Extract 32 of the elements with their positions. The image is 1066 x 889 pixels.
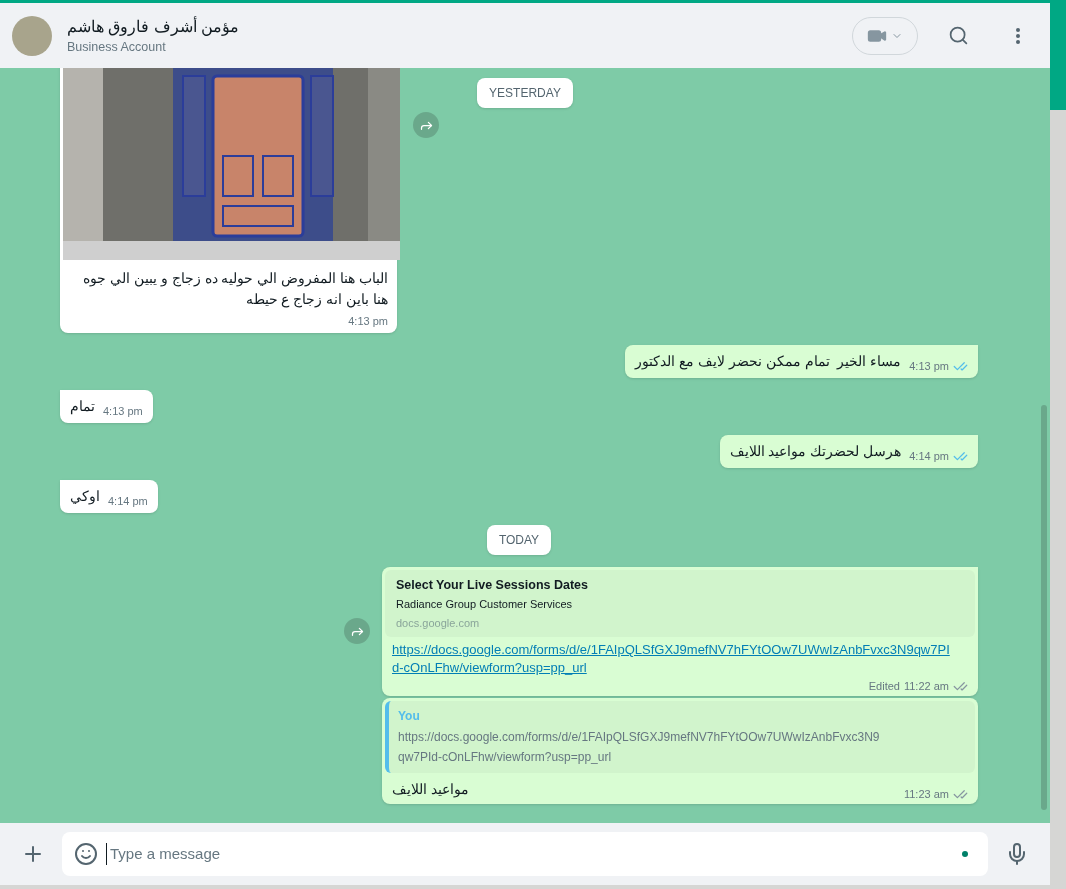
message-time: 4:13 pm [909, 359, 949, 374]
message-input[interactable]: Type a message [106, 842, 954, 866]
message-time: 4:13 pm [348, 314, 388, 329]
forward-button[interactable] [413, 112, 439, 139]
quoted-text: https://docs.google.com/forms/d/e/1FAIpQLSfGXJ9mefNV7hFYtOOw7UWwIzAnbFvxc3N9qw7PId-cOnLFhw/viewform?usp=pp_url [398, 728, 881, 766]
avatar-photo-placeholder[interactable] [12, 15, 52, 56]
forward-button[interactable] [344, 618, 370, 645]
search-icon [947, 25, 969, 46]
message-time: 4:14 pm [909, 449, 949, 464]
message-time: 11:22 am [903, 679, 949, 695]
preview-title: Select Your Live Sessions Dates [396, 576, 589, 594]
message-text: تمام [70, 396, 95, 417]
preview-description: Radiance Group Customer Services [396, 597, 574, 613]
message-text: مواعيد اللايف [392, 779, 469, 800]
date-chip: YESTERDAY [477, 78, 573, 108]
edited-label: Edited [868, 679, 900, 695]
menu-icon [1016, 27, 1020, 44]
message-text: مساء الخير تمام ممكن نحضر لايف مع الدكتور [635, 351, 902, 372]
preview-domain: docs.google.com [396, 615, 481, 631]
message-text: اوكي [70, 486, 100, 507]
message-time: 4:13 pm [103, 404, 143, 419]
message-time: 11:23 am [903, 787, 949, 803]
date-chip: TODAY [486, 524, 552, 555]
contact-name[interactable]: مؤمن أشرف فاروق هاشم [67, 14, 239, 38]
message-field[interactable]: Type a message [62, 832, 988, 876]
quoted-author: You [398, 707, 421, 725]
sticker-icon[interactable] [74, 842, 98, 866]
message-time: 4:14 pm [108, 494, 148, 509]
message-text: الباب هنا المفروض الي حوليه ده زجاج و يبين الي جوه هنا باين انه زجاج ع حيطه [82, 269, 388, 310]
message-text: هرسل لحضرتك مواعيد اللايف [729, 441, 902, 462]
form-link[interactable]: https://docs.google.com/forms/d/e/1FAIpQLSfGXJ9mefNV7hFYtOOw7UWwIzAnbFvxc3N9qw7PId-cOnLFhw/viewform?usp=pp_url [392, 641, 951, 678]
contact-subtitle: Business Account [67, 38, 167, 56]
